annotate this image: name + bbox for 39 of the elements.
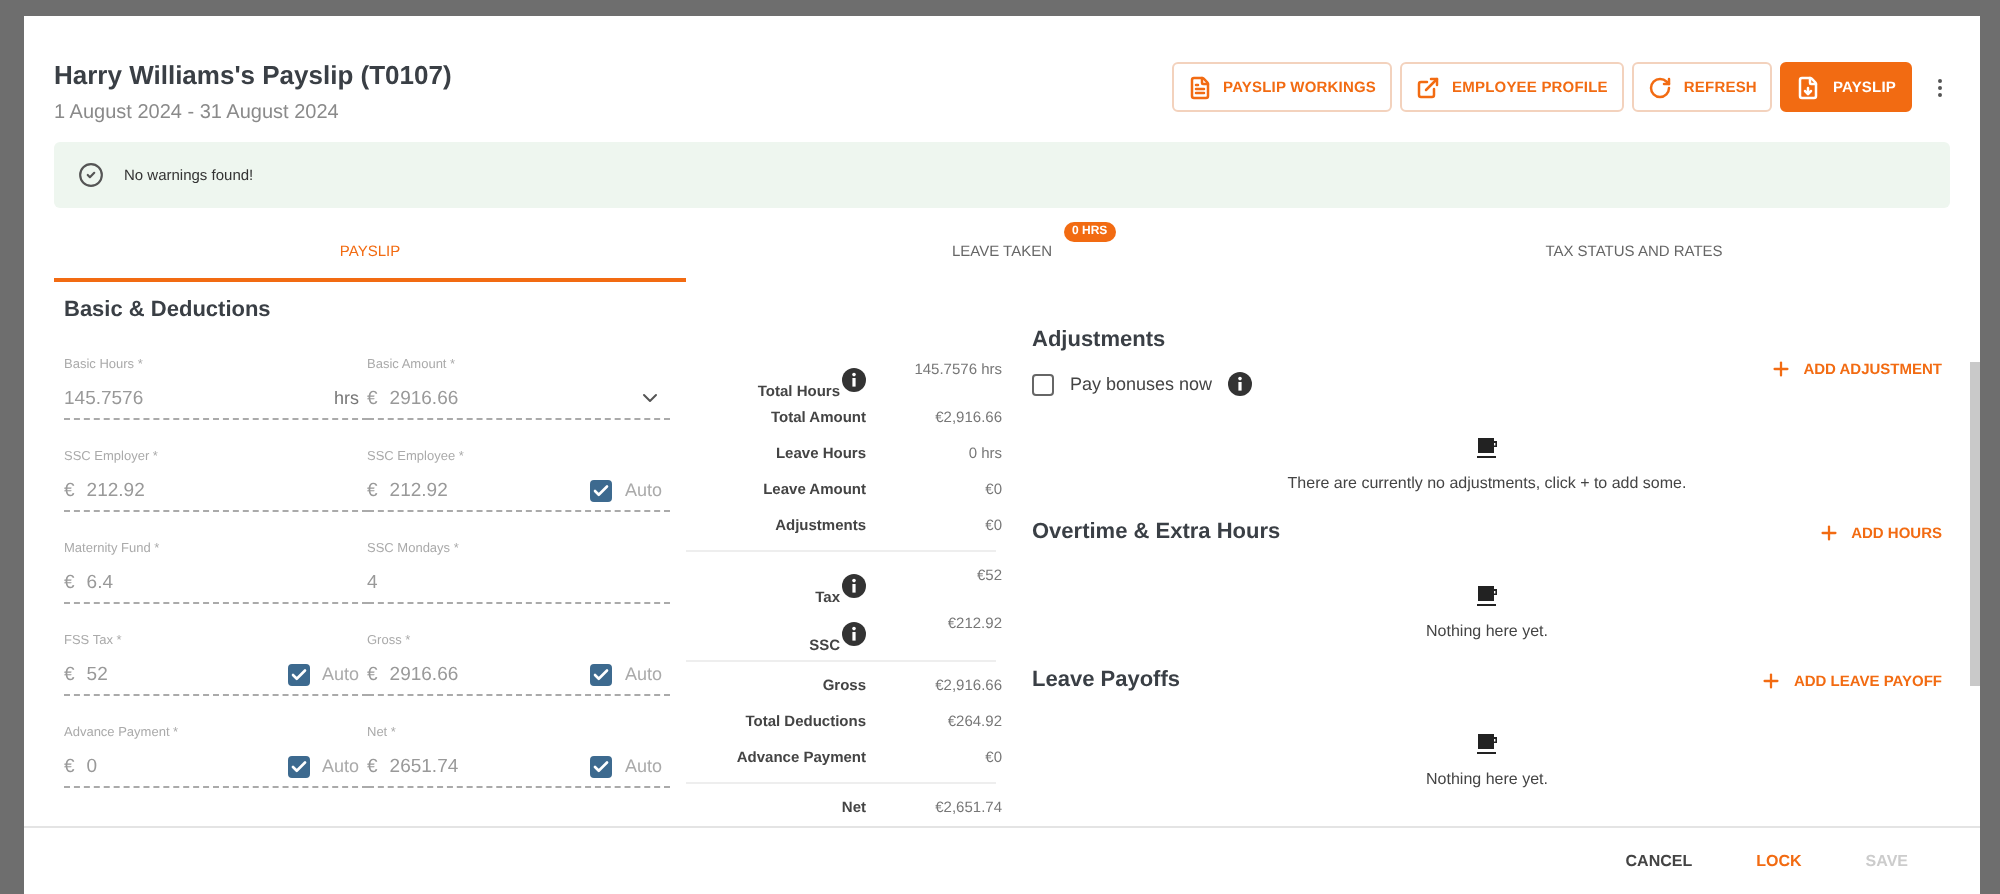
- check-circle-icon: [78, 162, 104, 188]
- auto-checkbox[interactable]: [590, 755, 613, 777]
- section-title: Adjustments: [1032, 327, 1166, 351]
- cup-icon: [1475, 436, 1499, 460]
- auto-checkbox[interactable]: [287, 663, 310, 685]
- scrollbar[interactable]: [1970, 362, 1980, 686]
- section-title: Overtime & Extra Hours: [1032, 520, 1281, 544]
- refresh-icon: [1647, 75, 1672, 99]
- cup-icon: [1475, 732, 1499, 756]
- info-icon[interactable]: [842, 622, 866, 646]
- external-link-icon: [1416, 75, 1441, 99]
- footer-button[interactable]: LOCK: [1728, 844, 1830, 878]
- info-icon[interactable]: [842, 368, 866, 392]
- checkbox[interactable]: [1032, 373, 1054, 395]
- section-title: Leave Payoffs: [1032, 668, 1180, 692]
- checkbox-label: Pay bonuses now: [1070, 374, 1213, 394]
- document-icon: [1187, 75, 1212, 99]
- cup-icon: [1475, 584, 1499, 608]
- auto-checkbox[interactable]: [590, 663, 613, 685]
- auto-checkbox[interactable]: [287, 755, 310, 777]
- auto-label: Auto: [624, 480, 662, 500]
- auto-label: Auto: [321, 664, 359, 684]
- plus-icon: [1769, 358, 1792, 380]
- plus-icon: [1817, 521, 1840, 543]
- footer-button[interactable]: CANCEL: [1597, 844, 1721, 878]
- plus-icon: [1759, 669, 1782, 691]
- info-icon[interactable]: [1228, 372, 1253, 396]
- auto-checkbox[interactable]: [590, 479, 613, 501]
- empty-message: Nothing here yet.: [1426, 622, 1548, 640]
- info-icon[interactable]: [842, 574, 866, 598]
- download-icon: [1796, 75, 1821, 99]
- dialog-title: Harry Williams's Payslip (T0107): [54, 60, 452, 90]
- auto-label: Auto: [624, 756, 662, 776]
- pay-period: 1 August 2024 - 31 August 2024: [54, 102, 341, 124]
- empty-message: Nothing here yet.: [1426, 770, 1548, 788]
- auto-label: Auto: [624, 664, 662, 684]
- empty-message: There are currently no adjustments, click + to add some.: [1287, 474, 1687, 492]
- section-title: Basic & Deductions: [64, 298, 273, 322]
- auto-label: Auto: [321, 756, 359, 776]
